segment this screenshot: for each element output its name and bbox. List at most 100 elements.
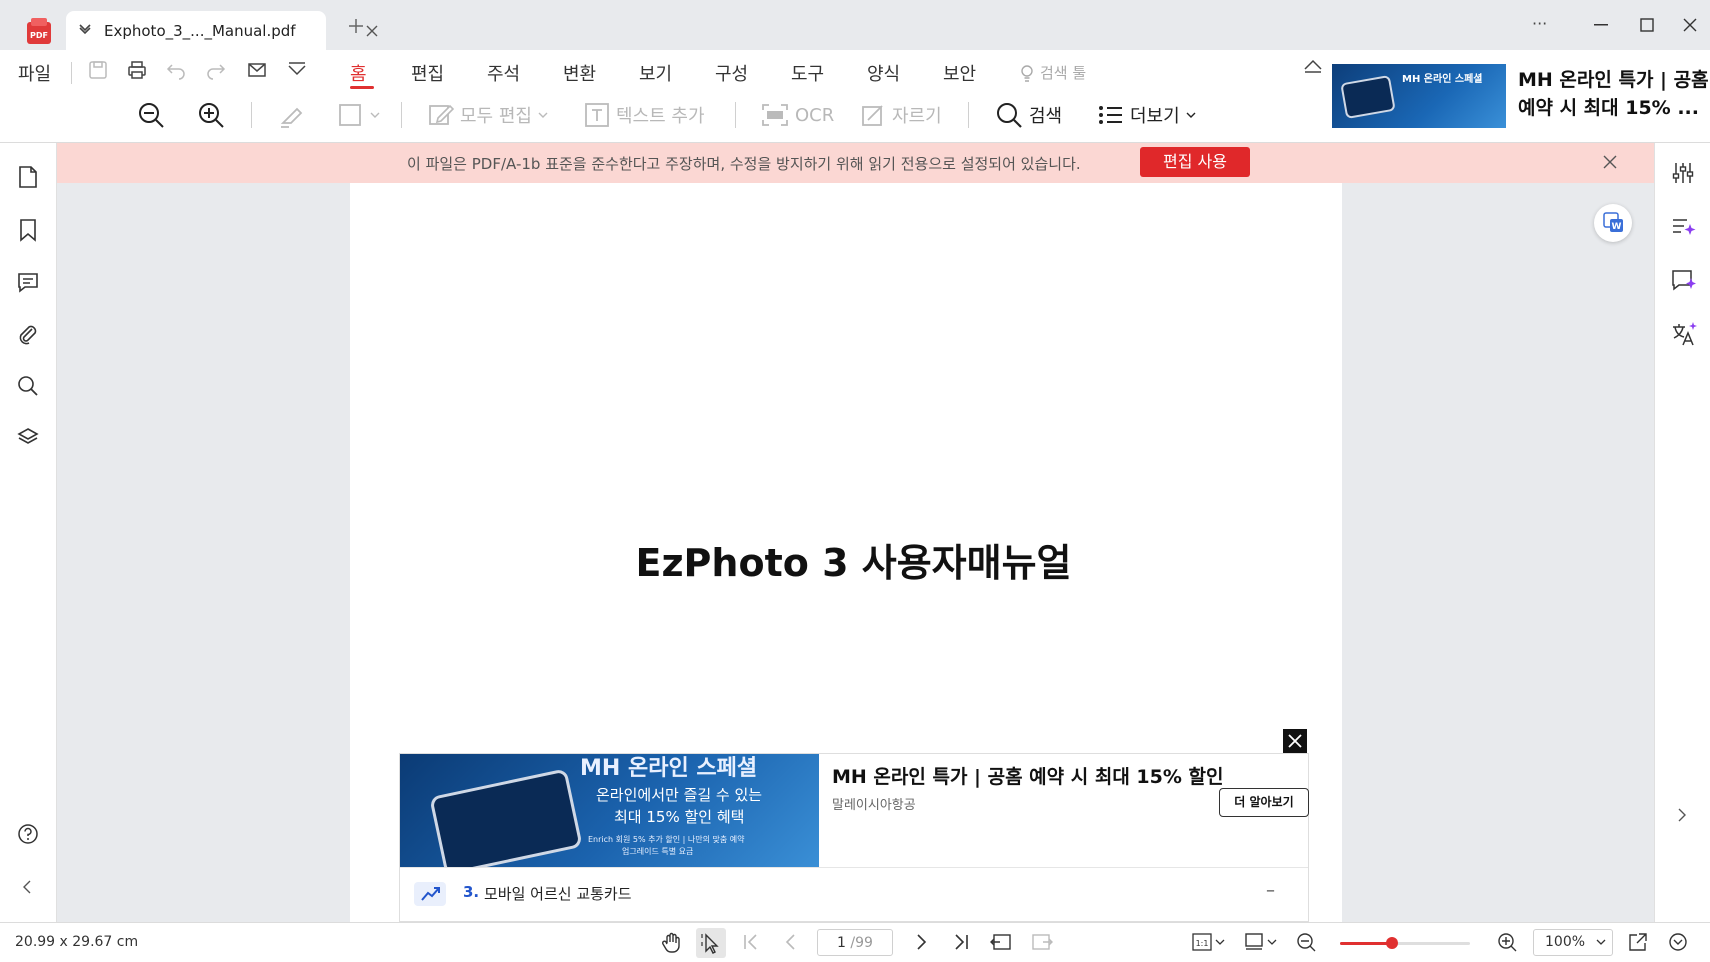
divider — [401, 102, 402, 128]
close-window-button[interactable] — [1683, 18, 1697, 32]
redo-icon[interactable] — [206, 60, 226, 80]
undo-icon[interactable] — [166, 60, 186, 80]
menu-view[interactable]: 보기 — [639, 60, 672, 86]
close-icon[interactable] — [366, 25, 378, 37]
more-options-icon[interactable]: ··· — [1532, 14, 1547, 33]
last-page-icon[interactable] — [952, 932, 970, 952]
layers-icon[interactable] — [17, 426, 39, 448]
collapse-right-icon[interactable] — [1677, 808, 1687, 822]
total-pages: /99 — [850, 934, 873, 951]
ad-image[interactable]: MH 온라인 스페셜 온라인에서만 즐길 수 있는 최대 15% 할인 혜택 E… — [400, 754, 819, 867]
maximize-button[interactable] — [1640, 18, 1654, 32]
zoom-in-icon[interactable] — [1497, 932, 1517, 952]
page-thumbnail-icon[interactable] — [17, 165, 39, 189]
ai-chat-icon[interactable] — [1671, 268, 1697, 292]
collapse-left-icon[interactable] — [22, 880, 32, 894]
ad-image-caption: MH 온라인 스페셜 — [1402, 74, 1483, 85]
edit-all-icon — [429, 104, 454, 125]
minimize-button[interactable] — [1594, 24, 1608, 26]
attachment-icon[interactable] — [17, 323, 39, 345]
learn-more-button[interactable]: 더 알아보기 — [1219, 788, 1309, 817]
quick-access-dropdown-icon[interactable] — [287, 60, 307, 80]
go-forward-icon[interactable] — [1031, 932, 1053, 952]
crop-button[interactable]: 자르기 — [860, 100, 942, 130]
zoom-out-button[interactable] — [137, 100, 165, 130]
ad-close-button[interactable] — [1283, 729, 1307, 753]
collapse-ad-button[interactable]: – — [1266, 880, 1275, 901]
close-icon[interactable] — [1603, 155, 1617, 169]
lightbulb-icon — [1021, 64, 1033, 82]
new-tab-button[interactable] — [348, 18, 364, 34]
menu-organize[interactable]: 구성 — [715, 60, 748, 86]
ai-summary-icon[interactable] — [1671, 215, 1697, 239]
zoom-slider-thumb[interactable] — [1386, 937, 1398, 949]
current-page: 1 — [837, 934, 846, 951]
menu-home[interactable]: 홈 — [350, 60, 367, 86]
page-ad[interactable]: MH 온라인 스페셜 온라인에서만 즐길 수 있는 최대 15% 할인 혜택 E… — [399, 753, 1309, 922]
menu-file[interactable]: 파일 — [18, 60, 51, 86]
crop-label: 자르기 — [892, 106, 942, 127]
help-icon[interactable] — [17, 823, 39, 845]
ad-title[interactable]: MH 온라인 특가 | 공홈 예약 시 최대 15% ... — [1518, 66, 1710, 122]
properties-sliders-icon[interactable] — [1671, 161, 1695, 185]
collapse-ribbon-icon[interactable] — [1303, 58, 1323, 74]
mail-icon[interactable] — [247, 60, 267, 80]
edit-all-button[interactable]: 모두 편집 — [428, 100, 548, 130]
save-icon[interactable] — [88, 60, 108, 80]
add-text-button[interactable]: 텍스트 추가 — [584, 100, 705, 130]
search-icon — [997, 103, 1022, 128]
zoom-in-icon — [199, 103, 224, 128]
crop-icon — [862, 105, 883, 126]
ribbon-ad[interactable]: MH 온라인 스페셜 MH 온라인 특가 | 공홈 예약 시 최대 15% ..… — [1332, 64, 1710, 142]
highlight-button[interactable] — [277, 100, 305, 130]
menu-annotate[interactable]: 주석 — [487, 60, 520, 86]
related-search-row[interactable]: 3. 모바일 어르신 교통카드 – — [400, 867, 1308, 922]
document-tab[interactable]: Exphoto_3_..._Manual.pdf — [66, 11, 378, 50]
zoom-slider[interactable] — [1340, 937, 1470, 949]
hand-tool-icon[interactable] — [661, 932, 683, 954]
fit-page-icon[interactable] — [1668, 932, 1688, 952]
zoom-out-icon — [139, 103, 164, 128]
ocr-button[interactable]: OCR — [761, 100, 834, 130]
ai-translate-icon[interactable] — [1671, 321, 1697, 347]
text-box-icon — [585, 103, 609, 127]
bookmark-icon[interactable] — [17, 218, 39, 242]
related-number: 3. — [463, 883, 480, 901]
menu-edit[interactable]: 편집 — [411, 60, 444, 86]
menu-convert[interactable]: 변환 — [563, 60, 596, 86]
menu-security[interactable]: 보안 — [943, 60, 976, 86]
previous-page-icon[interactable] — [784, 932, 798, 952]
enable-editing-button[interactable]: 편집 사용 — [1140, 147, 1250, 177]
zoom-level-select[interactable]: 100% — [1533, 929, 1613, 956]
divider — [251, 102, 252, 128]
search-button[interactable]: 검색 — [995, 100, 1062, 130]
related-text[interactable]: 모바일 어르신 교통카드 — [484, 883, 632, 904]
next-page-icon[interactable] — [914, 932, 928, 952]
zoom-out-icon[interactable] — [1296, 932, 1316, 952]
more-button[interactable]: 더보기 — [1098, 100, 1196, 130]
shape-button[interactable] — [338, 100, 380, 130]
print-icon[interactable] — [127, 60, 147, 80]
edit-all-label: 모두 편집 — [460, 106, 532, 127]
menu-forms[interactable]: 양식 — [867, 60, 900, 86]
chevron-down-icon[interactable] — [78, 24, 92, 38]
page-layout-icon[interactable] — [1245, 932, 1279, 952]
open-external-icon[interactable] — [1628, 932, 1648, 952]
translate-word-icon[interactable]: W — [1594, 204, 1632, 242]
actual-size-icon[interactable]: 1:1 — [1192, 932, 1226, 952]
first-page-icon[interactable] — [742, 932, 760, 952]
go-back-icon[interactable] — [990, 932, 1012, 952]
more-symbol: ··· — [1532, 14, 1548, 33]
select-tool-icon[interactable] — [696, 928, 726, 958]
ad-image[interactable]: MH 온라인 스페셜 — [1332, 64, 1506, 128]
search-icon[interactable] — [17, 375, 39, 397]
page-number-input[interactable]: 1 /99 — [817, 929, 893, 956]
search-label: 검색 — [1029, 106, 1063, 127]
zoom-in-button[interactable] — [197, 100, 225, 130]
comment-icon[interactable] — [17, 271, 39, 293]
menu-tools[interactable]: 도구 — [791, 60, 824, 86]
search-tool-button[interactable]: 검색 툴 — [1019, 62, 1086, 83]
search-tool-label: 검색 툴 — [1040, 64, 1087, 82]
ad-image-line1: MH 온라인 스페셜 — [580, 756, 758, 781]
ad-headline[interactable]: MH 온라인 특가 | 공홈 예약 시 최대 15% 할인 — [832, 762, 1223, 789]
